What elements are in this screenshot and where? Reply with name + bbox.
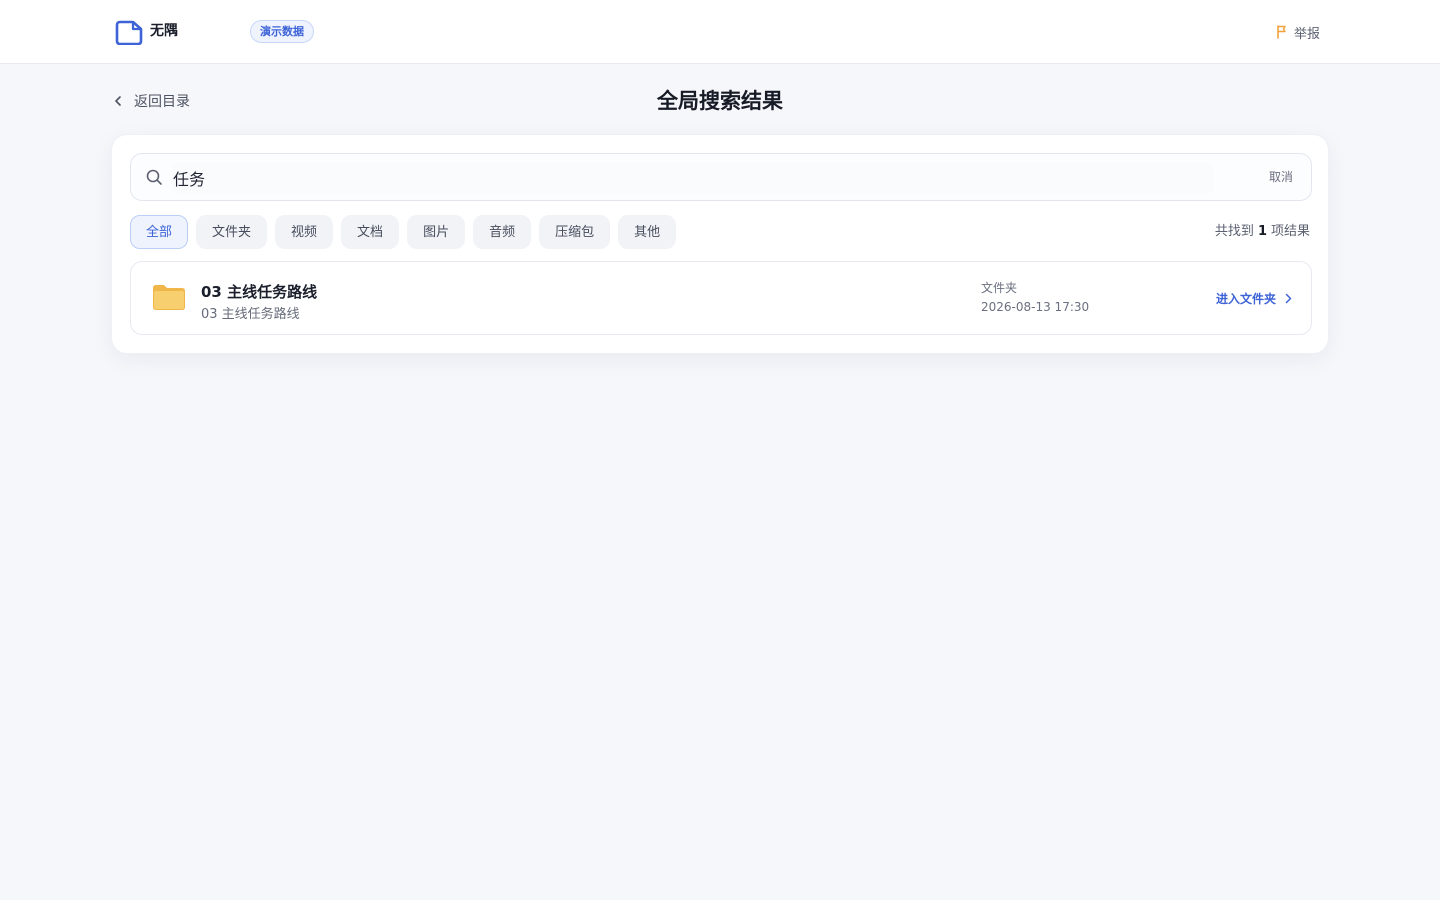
folder-icon (153, 285, 185, 310)
search-box: 取消 (130, 153, 1312, 201)
result-count-prefix: 共找到 (1214, 224, 1254, 239)
page-title: 全局搜索结果 (657, 89, 783, 113)
filter-audio[interactable]: 音频 (473, 215, 532, 249)
filter-tabs: 全部 文件夹 视频 文档 图片 音频 压缩包 其他 (130, 215, 677, 249)
result-name[interactable]: 03 主线任务路线 (201, 282, 317, 302)
report-button[interactable]: 举报 (1276, 22, 1320, 42)
enter-folder-button[interactable]: 进入文件夹 (1216, 289, 1293, 307)
filter-folder[interactable]: 文件夹 (196, 215, 268, 249)
result-count-suffix: 项结果 (1270, 224, 1310, 239)
filter-image[interactable]: 图片 (407, 215, 466, 249)
top-bar: 无隅 演示数据 举报 (0, 0, 1440, 64)
result-count: 共找到 1 项结果 (1215, 223, 1310, 241)
chevron-right-icon (1285, 293, 1292, 303)
enter-folder-label: 进入文件夹 (1215, 291, 1276, 306)
result-count-number: 1 (1257, 224, 1267, 239)
demo-data-badge: 演示数据 (250, 20, 314, 43)
filter-archive[interactable]: 压缩包 (539, 215, 611, 249)
filter-video[interactable]: 视频 (275, 215, 334, 249)
filter-document[interactable]: 文档 (341, 215, 400, 249)
result-date: 2026-08-13 17:30 (981, 300, 1090, 314)
search-icon (146, 169, 162, 185)
filter-all[interactable]: 全部 (130, 215, 189, 249)
search-input[interactable] (173, 163, 1213, 193)
file-icon[interactable] (114, 19, 144, 45)
filter-other[interactable]: 其他 (618, 215, 677, 249)
result-path: 03 主线任务路线 (201, 307, 300, 322)
cancel-button[interactable]: 取消 (1269, 169, 1293, 185)
result-type: 文件夹 (981, 281, 1018, 295)
app-name[interactable]: 无隅 (150, 22, 178, 40)
flag-icon (1277, 25, 1286, 39)
report-label: 举报 (1293, 26, 1320, 42)
search-results-card: 取消 全部 文件夹 视频 文档 图片 音频 压缩包 其他 共找到1项结果 03 … (111, 134, 1329, 354)
result-row[interactable]: 03 主线任务路线 03 主线任务路线 文件夹 2026-08-13 17:30… (130, 261, 1312, 335)
